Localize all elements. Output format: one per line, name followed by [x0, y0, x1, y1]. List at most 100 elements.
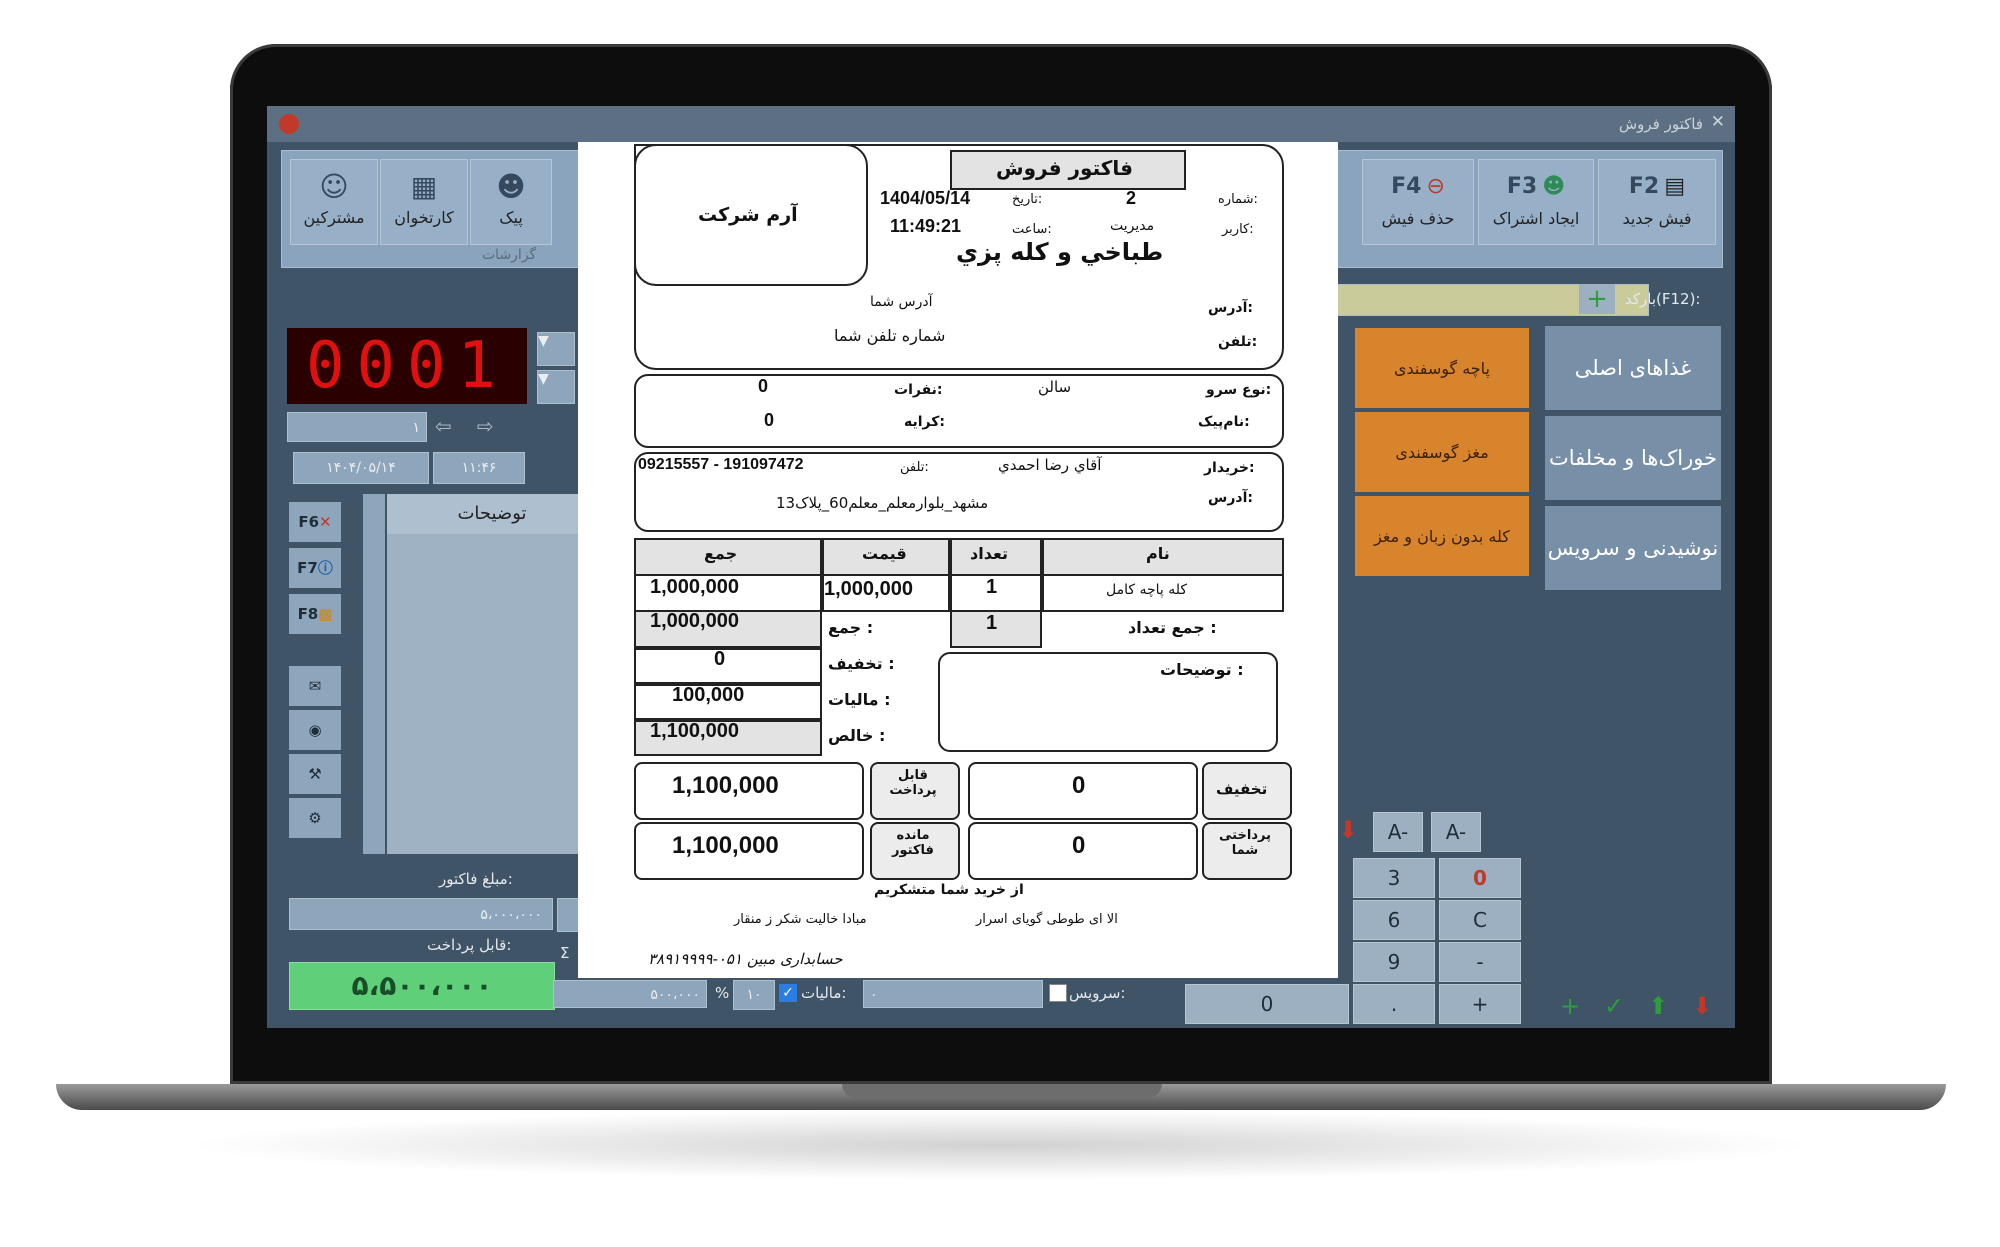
key-zero-wide[interactable]: 0: [1185, 984, 1349, 1024]
tax-percent-field[interactable]: ۱۰: [733, 980, 775, 1010]
address-value: آدرس شما: [870, 294, 933, 310]
confirm-button[interactable]: ✓: [1593, 988, 1635, 1024]
card-reader-label: کارتخوان: [394, 208, 454, 227]
service-checkbox[interactable]: [1049, 984, 1067, 1002]
delete-receipt-button[interactable]: F4 ⊖ حذف فیش: [1362, 159, 1474, 245]
page-field[interactable]: ۱: [287, 412, 427, 442]
people-icon: ☺: [319, 170, 349, 203]
payable-amount-field: ۵،۵۰۰،۰۰۰: [289, 962, 555, 1010]
discount-label: تخفیف :: [828, 654, 895, 673]
date-label: تاریخ:: [1012, 192, 1043, 207]
key-clear[interactable]: C: [1439, 900, 1521, 940]
paid-box-value: 0: [1072, 832, 1086, 859]
net-label: خالص :: [828, 726, 886, 745]
thanks-text: از خرید شما متشکریم: [874, 882, 1024, 898]
category-main-dishes[interactable]: غذاهای اصلی: [1545, 326, 1721, 410]
lock-button[interactable]: ◉: [289, 710, 341, 750]
discount-value: 0: [714, 648, 726, 670]
paid-box-label: پرداختی شما: [1219, 828, 1271, 858]
gear-icon: ⚙: [308, 809, 322, 827]
signature-text: حسابداری مبین ۰۵۱-۳۸۹۱۹۹۹۹: [648, 950, 843, 968]
f7-key: F7: [297, 559, 318, 577]
check-icon: ✓: [1603, 992, 1625, 1020]
service-type-label: نوع سرو:: [1206, 382, 1272, 398]
menu-item-3[interactable]: کله بدون زبان و مغز: [1355, 496, 1529, 576]
discount-cell: [634, 648, 822, 684]
category-side-dishes[interactable]: خوراک‌ها و مخلفات: [1545, 416, 1721, 500]
tools-button[interactable]: ⚒: [289, 754, 341, 794]
delete-receipt-icon: ⊖: [1426, 174, 1445, 199]
payable-box-label: قابل پرداخت: [889, 768, 937, 798]
move-down-button-2[interactable]: ⬇: [1681, 988, 1723, 1024]
prev-arrow-icon[interactable]: ⇦: [435, 414, 452, 438]
dropdown-1[interactable]: ▼: [537, 332, 575, 366]
key-minus[interactable]: -: [1439, 942, 1521, 982]
add-barcode-button[interactable]: +: [1579, 284, 1615, 314]
create-subscription-button[interactable]: F3 ☻ ایجاد اشتراک: [1478, 159, 1594, 245]
new-receipt-button[interactable]: F2 ▤ فیش جدید: [1598, 159, 1716, 245]
courier-button[interactable]: ☻ پیک: [470, 159, 552, 245]
app-logo-icon: [279, 114, 299, 134]
message-button[interactable]: ✉: [289, 666, 341, 706]
buyer-name: آقاي رضا احمدي: [998, 456, 1102, 474]
laptop-shadow: [180, 1110, 1820, 1180]
font-decrease-button-1[interactable]: A-: [1373, 812, 1423, 852]
date-field[interactable]: ۱۴۰۴/۰۵/۱۴: [293, 452, 429, 484]
net-value: 1,100,000: [650, 720, 739, 742]
key-9[interactable]: 9: [1353, 942, 1435, 982]
new-receipt-icon: ▤: [1664, 174, 1686, 199]
add-item-button[interactable]: +: [1549, 988, 1591, 1024]
plus-icon: +: [1586, 284, 1608, 314]
title-bar: فاکتور فروش ✕: [267, 106, 1735, 142]
footer-left-text: مبادا خالیت شکر ز منقار: [734, 912, 867, 927]
close-icon[interactable]: ✕: [1711, 112, 1725, 132]
menu-item-2[interactable]: مغز گوسفندی: [1355, 412, 1529, 492]
key-plus[interactable]: +: [1439, 984, 1521, 1024]
time-field[interactable]: ۱۱:۴۶: [433, 452, 525, 484]
add-user-icon: ☻: [1542, 174, 1566, 199]
remaining-box-value: 1,100,000: [672, 832, 779, 859]
row-total: 1,000,000: [650, 576, 739, 598]
key-dot[interactable]: .: [1353, 984, 1435, 1024]
order-number-display: 0001: [287, 328, 527, 404]
tax-checkbox[interactable]: ✓: [779, 984, 797, 1002]
row-price: 1,000,000: [824, 578, 913, 600]
service-field[interactable]: ۰: [863, 980, 1043, 1008]
f6-delete-button[interactable]: F6✕: [289, 502, 341, 542]
key-0[interactable]: 0: [1439, 858, 1521, 898]
lock-icon: ◉: [308, 721, 322, 739]
create-subscription-label: ایجاد اشتراک: [1492, 209, 1580, 228]
f8-key: F8: [297, 605, 319, 623]
buyer-address: مشهد_بلوارمعلم_معلم60_پلاک13: [776, 494, 989, 512]
font-decrease-button-2[interactable]: A-: [1431, 812, 1481, 852]
header-name: نام: [1146, 544, 1170, 563]
shop-name: طباخي و كله پزي: [956, 238, 1164, 266]
key-3[interactable]: 3: [1353, 858, 1435, 898]
settings-button[interactable]: ⚙: [289, 798, 341, 838]
envelope-icon: ✉: [308, 677, 322, 695]
info-icon: ⓘ: [317, 559, 333, 577]
grid-scrollbar[interactable]: [363, 494, 385, 854]
phone-value: شماره تلفن شما: [834, 326, 946, 345]
window-title: فاکتور فروش: [1618, 115, 1703, 133]
arrow-up-icon: ⬆: [1647, 992, 1669, 1020]
card-reader-button[interactable]: ▦ کارتخوان: [380, 159, 468, 245]
buyer-address-label: آدرس:: [1208, 490, 1253, 506]
key-6[interactable]: 6: [1353, 900, 1435, 940]
dropdown-2[interactable]: ▼: [537, 370, 575, 404]
tables-value: 0: [758, 376, 769, 396]
discount-box-label: تخفیف: [1216, 780, 1268, 798]
f8-stats-button[interactable]: F8▩: [289, 594, 341, 634]
next-arrow-icon[interactable]: ⇨: [477, 414, 494, 438]
customers-button[interactable]: ☺ مشترکین: [290, 159, 378, 245]
move-up-button[interactable]: ⬆: [1637, 988, 1679, 1024]
receipt-time: 11:49:21: [890, 216, 962, 236]
laptop-notch: [842, 1084, 1162, 1098]
number-label: شماره:: [1218, 192, 1258, 207]
category-drinks[interactable]: نوشیدنی و سرویس: [1545, 506, 1721, 590]
sigma-label: Σ: [560, 944, 570, 962]
discount-box-value: 0: [1072, 772, 1086, 799]
card-reader-icon: ▦: [410, 170, 438, 203]
f7-info-button[interactable]: F7ⓘ: [289, 548, 341, 588]
menu-item-1[interactable]: پاچه گوسفندی: [1355, 328, 1529, 408]
